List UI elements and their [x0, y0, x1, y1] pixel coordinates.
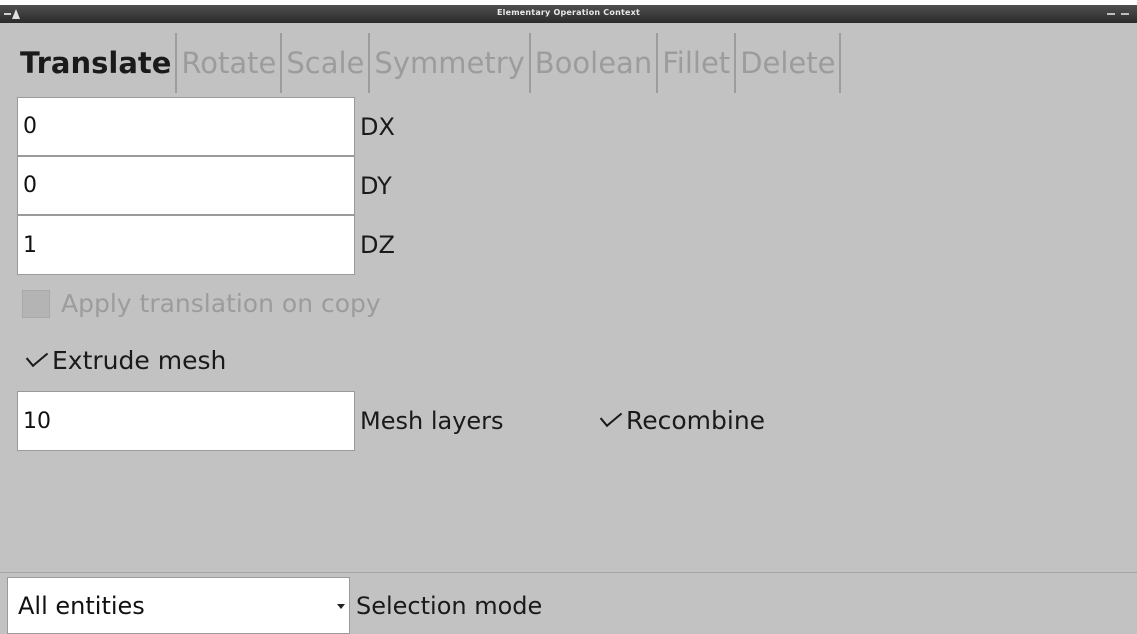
- tab-boolean[interactable]: Boolean: [531, 33, 659, 93]
- chevron-down-icon[interactable]: [337, 604, 345, 609]
- dy-input[interactable]: 0: [17, 156, 355, 215]
- apply-translation-on-copy-label: Apply translation on copy: [61, 289, 381, 318]
- tab-fillet[interactable]: Fillet: [658, 33, 737, 93]
- dz-input[interactable]: 1: [17, 215, 355, 275]
- recombine-label: Recombine: [626, 406, 766, 435]
- dx-input[interactable]: 0: [17, 97, 355, 156]
- selection-mode-select[interactable]: All entities: [7, 577, 350, 634]
- dy-label: DY: [360, 172, 392, 200]
- tab-scale[interactable]: Scale: [282, 33, 371, 93]
- selection-mode-value: All entities: [18, 591, 145, 620]
- tab-translate[interactable]: Translate: [14, 33, 178, 93]
- dz-label: DZ: [360, 231, 395, 259]
- checkmark-icon[interactable]: [22, 347, 50, 375]
- divider: [0, 572, 1137, 573]
- dx-label: DX: [360, 113, 395, 141]
- extrude-mesh-checkbox[interactable]: Extrude mesh: [22, 346, 226, 375]
- checkbox-box[interactable]: [22, 289, 50, 318]
- recombine-checkbox[interactable]: Recombine: [596, 406, 765, 435]
- checkmark-icon[interactable]: [596, 407, 624, 435]
- tab-symmetry[interactable]: Symmetry: [370, 33, 531, 93]
- title-bar[interactable]: Elementary Operation Context: [0, 5, 1137, 23]
- apply-translation-on-copy-checkbox[interactable]: Apply translation on copy: [22, 289, 381, 318]
- window-controls-icon[interactable]: [1107, 11, 1131, 17]
- mesh-layers-input[interactable]: 10: [17, 391, 355, 451]
- mesh-layers-label: Mesh layers: [360, 407, 504, 435]
- tab-delete[interactable]: Delete: [736, 33, 842, 93]
- window-title: Elementary Operation Context: [497, 8, 640, 17]
- selection-mode-label: Selection mode: [356, 592, 543, 620]
- tab-rotate[interactable]: Rotate: [177, 33, 283, 93]
- operation-tabs: Translate Rotate Scale Symmetry Boolean …: [14, 33, 842, 93]
- extrude-mesh-label: Extrude mesh: [52, 346, 227, 375]
